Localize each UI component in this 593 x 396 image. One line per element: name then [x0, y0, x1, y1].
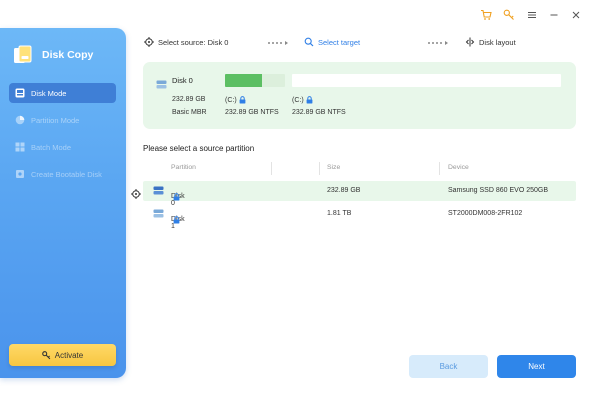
partition-label: (C:)	[225, 96, 246, 104]
key-icon	[41, 350, 51, 360]
step-layout-label: Disk layout	[479, 37, 516, 47]
layout-icon	[465, 37, 475, 47]
disk-mode-icon	[15, 88, 25, 98]
cart-icon[interactable]	[479, 8, 493, 22]
column-header-size: Size	[327, 164, 341, 171]
sidebar-item-label: Disk Mode	[31, 88, 67, 98]
disk-size: 232.89 GB	[172, 96, 206, 103]
activate-label: Activate	[54, 350, 84, 360]
selected-row-indicator-icon	[131, 186, 141, 204]
disk-type: Basic MBR	[172, 109, 207, 116]
lock-icon	[173, 193, 180, 201]
table-row[interactable]: Disk 1 1.81 TB ST2000DM008-2FR102	[143, 204, 576, 230]
sidebar-item-label: Create Bootable Disk	[31, 169, 102, 179]
activate-button[interactable]: Activate	[9, 344, 116, 366]
pie-chart-icon	[15, 115, 25, 125]
next-button[interactable]: Next	[497, 355, 576, 378]
sidebar: Disk Copy Disk Mode Partition Mode Batch…	[0, 28, 126, 378]
partition-usage-bar[interactable]	[292, 74, 561, 87]
step-separator	[268, 41, 290, 45]
hard-disk-icon	[156, 76, 167, 94]
step-select-target[interactable]: Select target	[304, 37, 360, 47]
step-separator	[428, 41, 450, 45]
lock-icon	[173, 216, 180, 224]
partition-label: (C:)	[292, 96, 313, 104]
disk-layout-card: Disk 0 232.89 GB Basic MBR (C:) 232.89 G…	[143, 62, 576, 129]
column-header-device: Device	[448, 164, 469, 171]
table-header: Partition Size Device	[143, 162, 576, 176]
usage-fill	[225, 74, 263, 87]
app-logo: Disk Copy	[13, 45, 93, 65]
sidebar-item-label: Partition Mode	[31, 115, 80, 125]
app-title: Disk Copy	[42, 49, 94, 61]
minimize-icon[interactable]	[547, 8, 561, 22]
partition-usage-bar[interactable]	[225, 74, 285, 87]
lock-icon	[239, 96, 246, 104]
back-button[interactable]: Back	[409, 355, 488, 378]
sidebar-item-partition-mode[interactable]: Partition Mode	[9, 110, 116, 130]
sidebar-item-label: Batch Mode	[31, 142, 72, 152]
sidebar-item-create-bootable-disk[interactable]: Create Bootable Disk	[9, 164, 116, 184]
table-row[interactable]: Disk 0 232.89 GB Samsung SSD 860 EVO 250…	[143, 181, 576, 207]
lock-icon	[306, 96, 313, 104]
partition-info: 232.89 GB NTFS	[292, 109, 346, 116]
row-device: Samsung SSD 860 EVO 250GB	[448, 187, 548, 194]
bootable-disk-icon	[15, 169, 25, 179]
grid-icon	[15, 142, 25, 152]
sidebar-item-batch-mode[interactable]: Batch Mode	[9, 137, 116, 157]
hard-disk-icon	[153, 209, 164, 220]
column-divider[interactable]	[319, 162, 320, 175]
column-divider[interactable]	[271, 162, 272, 175]
disk-copy-logo-icon	[14, 45, 32, 63]
close-icon[interactable]	[569, 8, 583, 22]
row-size: 232.89 GB	[327, 187, 361, 194]
hard-disk-icon	[153, 186, 164, 197]
disk-name: Disk 0	[172, 76, 193, 85]
step-disk-layout[interactable]: Disk layout	[465, 37, 516, 47]
partition-info: 232.89 GB NTFS	[225, 109, 279, 116]
crosshair-icon	[144, 37, 154, 47]
column-header-partition: Partition	[171, 164, 196, 171]
section-title: Please select a source partition	[143, 144, 255, 153]
step-source-label: Select source: Disk 0	[158, 37, 229, 47]
search-icon	[304, 37, 314, 47]
key-icon[interactable]	[502, 8, 516, 22]
sidebar-item-disk-mode[interactable]: Disk Mode	[9, 83, 116, 103]
step-select-source[interactable]: Select source: Disk 0	[144, 37, 228, 47]
column-divider[interactable]	[439, 162, 440, 175]
row-size: 1.81 TB	[327, 210, 352, 217]
step-target-label: Select target	[318, 37, 361, 47]
menu-icon[interactable]	[525, 8, 539, 22]
row-device: ST2000DM008-2FR102	[448, 210, 523, 217]
